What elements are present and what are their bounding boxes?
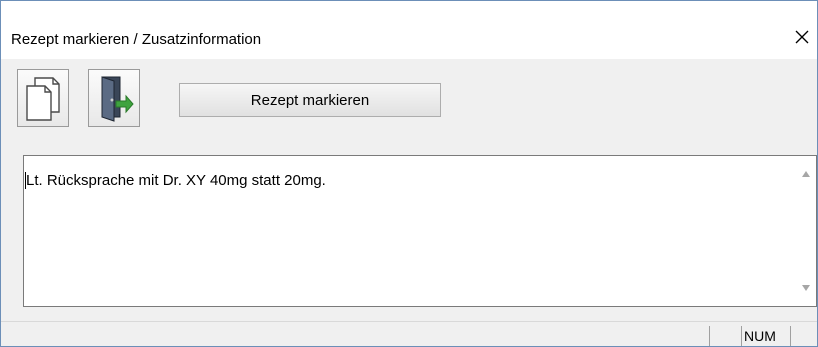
arrow-down-icon bbox=[802, 285, 810, 291]
close-icon bbox=[795, 30, 809, 44]
note-text: Lt. Rücksprache mit Dr. XY 40mg statt 20… bbox=[26, 172, 326, 189]
status-separator bbox=[709, 326, 710, 346]
window-title: Rezept markieren / Zusatzinformation bbox=[11, 31, 262, 48]
arrow-up-icon bbox=[802, 171, 810, 177]
status-separator bbox=[790, 326, 791, 346]
exit-button[interactable] bbox=[88, 69, 140, 127]
toolbar: Rezept markieren bbox=[1, 59, 817, 141]
vertical-scrollbar[interactable] bbox=[796, 156, 816, 306]
scroll-down-button[interactable] bbox=[796, 278, 816, 298]
mark-prescription-button[interactable]: Rezept markieren bbox=[179, 83, 441, 117]
status-bar: NUM bbox=[1, 321, 817, 346]
new-document-icon bbox=[26, 77, 60, 121]
status-separator bbox=[741, 326, 742, 346]
new-document-button[interactable] bbox=[17, 69, 69, 127]
exit-door-icon bbox=[101, 76, 134, 122]
scroll-up-button[interactable] bbox=[796, 164, 816, 184]
note-textarea[interactable]: Lt. Rücksprache mit Dr. XY 40mg statt 20… bbox=[23, 155, 817, 307]
num-lock-indicator: NUM bbox=[744, 328, 776, 344]
title-bar: Rezept markieren / Zusatzinformation bbox=[1, 1, 817, 59]
close-button[interactable] bbox=[787, 23, 817, 51]
dialog-window: Rezept markieren / Zusatzinformation Rez… bbox=[0, 0, 818, 347]
